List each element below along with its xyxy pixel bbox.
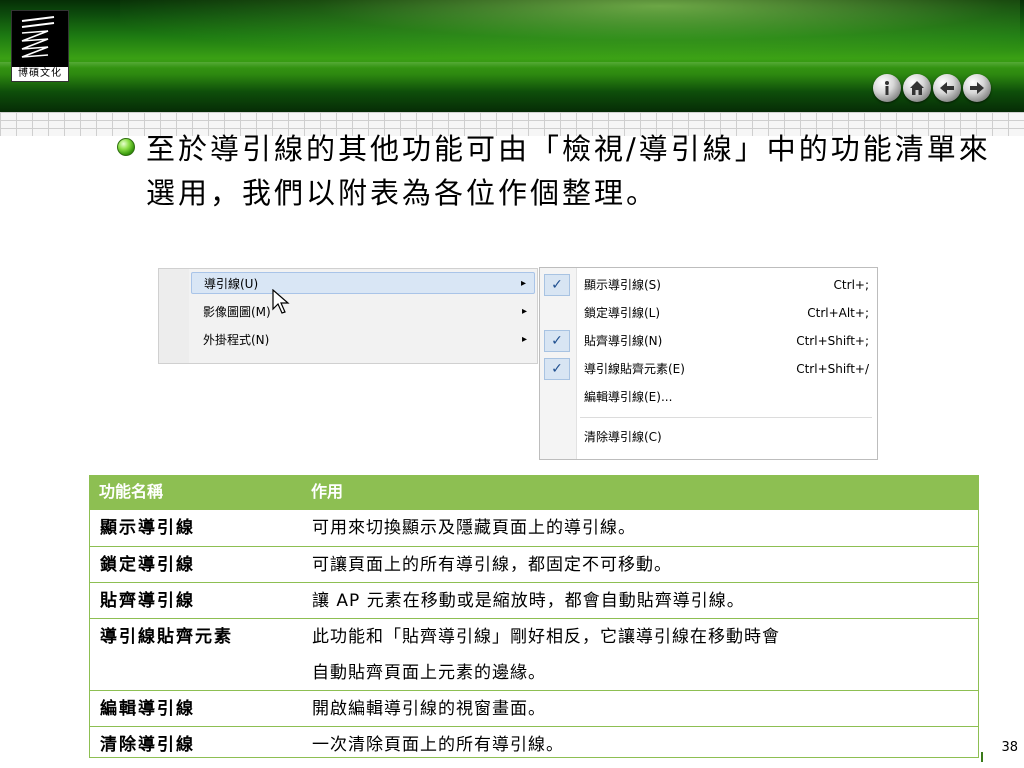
header-banner <box>0 0 1024 112</box>
cell-function: 此功能和「貼齊導引線」剛好相反，它讓導引線在移動時會 自動貼齊頁面上元素的邊緣。 <box>312 619 972 691</box>
submenu-item-guides-snap-to-elements[interactable]: ✓ 導引線貼齊元素(E) Ctrl+Shift+/ <box>540 356 877 382</box>
menu-item-label: 導引線(U) <box>204 277 259 291</box>
cell-function: 讓 AP 元素在移動或是縮放時，都會自動貼齊導引線。 <box>312 583 972 619</box>
forward-button[interactable] <box>963 74 991 102</box>
submenu-item-clear-guides[interactable]: 清除導引線(C) <box>540 424 877 450</box>
info-icon <box>885 81 889 95</box>
table-body: 顯示導引線 可用來切換顯示及隱藏頁面上的導引線。鎖定導引線 可讓頁面上的所有導引線，… <box>89 509 979 758</box>
table-row: 貼齊導引線 讓 AP 元素在移動或是縮放時，都會自動貼齊導引線。 <box>90 582 978 619</box>
view-menu: 導引線(U) ▸ 影像圖圖(M) ▸ 外掛程式(N) ▸ <box>158 268 538 364</box>
cell-function: 一次清除頁面上的所有導引線。 <box>312 727 972 763</box>
shortcut-text: Ctrl+Alt+; <box>807 306 869 320</box>
cell-feature-name: 鎖定導引線 <box>100 555 195 575</box>
header-feature-name: 功能名稱 <box>99 482 164 501</box>
cell-feature-name: 貼齊導引線 <box>100 591 195 611</box>
mouse-cursor-icon <box>272 289 290 314</box>
check-icon: ✓ <box>544 274 570 296</box>
cell-function-line: 可用來切換顯示及隱藏頁面上的導引線。 <box>312 518 636 538</box>
cell-feature-name: 編輯導引線 <box>100 699 195 719</box>
submenu-item-edit-guides[interactable]: 編輯導引線(E)... <box>540 384 877 410</box>
body-text: 至於導引線的其他功能可由「檢視/導引線」中的功能清單來選用，我們以附表為各位作個… <box>146 132 991 210</box>
header-glow <box>120 0 1020 60</box>
features-table: 功能名稱 作用 顯示導引線 可用來切換顯示及隱藏頁面上的導引線。鎖定導引線 可讓頁面… <box>89 475 979 758</box>
header-function: 作用 <box>311 482 344 501</box>
publisher-logo: 博碩文化 <box>11 10 69 82</box>
cell-function-line: 此功能和「貼齊導引線」剛好相反，它讓導引線在移動時會 <box>312 627 780 647</box>
submenu-arrow-icon: ▸ <box>520 278 526 289</box>
cell-function-line: 可讓頁面上的所有導引線，都固定不可移動。 <box>312 555 672 575</box>
shortcut-text: Ctrl+; <box>833 278 869 292</box>
menu-item-plugins[interactable]: 外掛程式(N) ▸ <box>191 329 535 351</box>
cell-function: 可用來切換顯示及隱藏頁面上的導引線。 <box>312 510 972 546</box>
shortcut-text: Ctrl+Shift+; <box>796 334 869 348</box>
submenu-item-label: 貼齊導引線(N) <box>584 334 663 348</box>
submenu-item-lock-guides[interactable]: 鎖定導引線(L) Ctrl+Alt+; <box>540 300 877 326</box>
submenu-item-label: 清除導引線(C) <box>584 430 662 444</box>
layered-stack-logo-icon <box>21 16 55 58</box>
menu-item-label: 影像圖圖(M) <box>203 305 271 319</box>
menu-separator <box>580 417 872 418</box>
cell-function-line: 開啟編輯導引線的視窗畫面。 <box>312 699 546 719</box>
submenu-arrow-icon: ▸ <box>521 306 527 317</box>
cell-function-line: 自動貼齊頁面上元素的邊緣。 <box>312 663 546 683</box>
check-icon: ✓ <box>544 330 570 352</box>
submenu-item-snap-to-guides[interactable]: ✓ 貼齊導引線(N) Ctrl+Shift+; <box>540 328 877 354</box>
table-row: 導引線貼齊元素 此功能和「貼齊導引線」剛好相反，它讓導引線在移動時會 自動貼齊頁面上… <box>90 618 978 691</box>
table-row: 鎖定導引線 可讓頁面上的所有導引線，都固定不可移動。 <box>90 546 978 583</box>
cell-function-line: 一次清除頁面上的所有導引線。 <box>312 735 564 755</box>
table-row: 編輯導引線 開啟編輯導引線的視窗畫面。 <box>90 690 978 727</box>
shortcut-text: Ctrl+Shift+/ <box>796 362 869 376</box>
logo-text: 博碩文化 <box>12 67 68 81</box>
cell-function-line: 讓 AP 元素在移動或是縮放時，都會自動貼齊導引線。 <box>312 591 745 611</box>
home-icon <box>910 81 924 95</box>
cell-function: 開啟編輯導引線的視窗畫面。 <box>312 691 972 727</box>
green-orb-bullet-icon <box>117 138 135 156</box>
arrow-right-icon <box>970 82 984 94</box>
submenu-item-label: 編輯導引線(E)... <box>584 390 673 404</box>
table-header: 功能名稱 作用 <box>89 475 979 509</box>
menu-item-guides[interactable]: 導引線(U) ▸ <box>191 272 535 294</box>
back-button[interactable] <box>933 74 961 102</box>
cell-feature-name: 導引線貼齊元素 <box>100 627 233 647</box>
page-number: 38 <box>1001 740 1018 755</box>
cell-function: 可讓頁面上的所有導引線，都固定不可移動。 <box>312 547 972 583</box>
submenu-item-label: 鎖定導引線(L) <box>584 306 661 320</box>
submenu-item-label: 顯示導引線(S) <box>584 278 661 292</box>
table-row: 清除導引線 一次清除頁面上的所有導引線。 <box>90 726 978 763</box>
home-button[interactable] <box>903 74 931 102</box>
info-button[interactable] <box>873 74 901 102</box>
header-sheen <box>0 62 1024 68</box>
arrow-left-icon <box>940 82 954 94</box>
table-row: 顯示導引線 可用來切換顯示及隱藏頁面上的導引線。 <box>90 510 978 546</box>
guides-submenu: ✓ 顯示導引線(S) Ctrl+; 鎖定導引線(L) Ctrl+Alt+; ✓ … <box>539 267 878 460</box>
submenu-arrow-icon: ▸ <box>521 334 527 345</box>
menu-item-label: 外掛程式(N) <box>203 333 270 347</box>
submenu-item-label: 導引線貼齊元素(E) <box>584 362 685 376</box>
page-tick <box>981 752 983 762</box>
cell-feature-name: 清除導引線 <box>100 735 195 755</box>
menu-item-image-map[interactable]: 影像圖圖(M) ▸ <box>191 301 535 323</box>
submenu-item-show-guides[interactable]: ✓ 顯示導引線(S) Ctrl+; <box>540 272 877 298</box>
cell-feature-name: 顯示導引線 <box>100 518 195 538</box>
check-icon: ✓ <box>544 358 570 380</box>
menu-gutter <box>159 269 189 363</box>
